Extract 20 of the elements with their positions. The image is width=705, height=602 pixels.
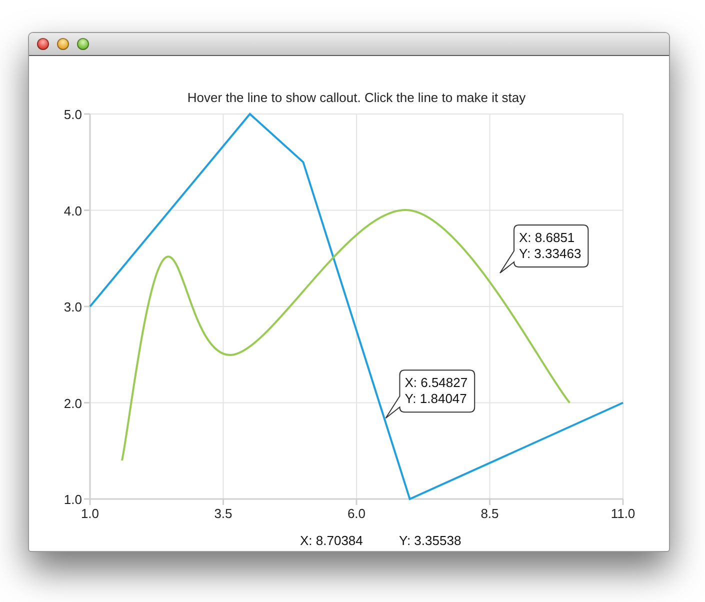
callout-text: Y: 1.84047 [404,391,467,406]
y-coordinate-readout: Y: 3.35538 [399,533,462,548]
close-button[interactable] [37,38,49,50]
callout-text: X: 6.54827 [404,375,468,390]
axis-tick-label: 3.0 [64,300,82,314]
axis-tick-label: 5.0 [64,107,82,122]
axis-tick-label: 8.5 [480,506,499,521]
axis-tick-label: 11.0 [610,506,636,521]
axis-tick-label: 3.5 [214,506,232,521]
axis-tick-label: 2.0 [64,396,82,411]
chart-title: Hover the line to show callout. Click the line to make it stay [187,90,526,105]
axis-tick-label: 1.0 [64,492,82,507]
zoom-button[interactable] [77,38,89,50]
callout-text: X: 8.6851 [519,230,575,245]
axis-tick-label: 4.0 [64,203,82,218]
callout-text: Y: 3.33463 [519,246,582,261]
axis-tick-label: 1.0 [80,506,100,521]
x-coordinate-readout: X: 8.70384 [300,533,363,548]
minimize-button[interactable] [57,38,69,50]
axis-tick-label: 6.0 [347,506,366,521]
